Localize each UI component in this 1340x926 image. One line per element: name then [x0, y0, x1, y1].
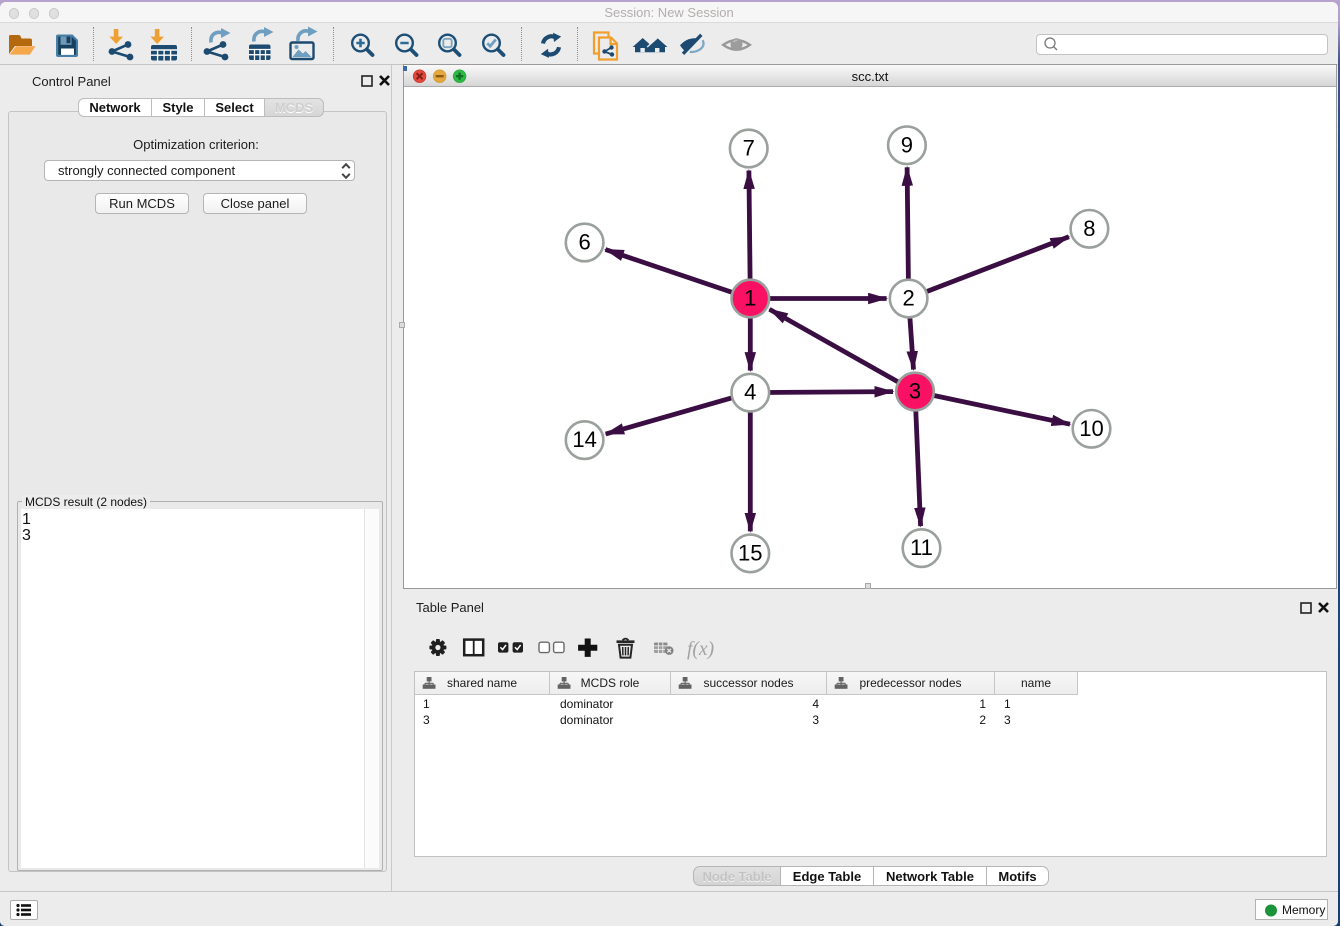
svg-text:6: 6 — [578, 230, 590, 255]
svg-text:14: 14 — [572, 427, 596, 452]
svg-text:11: 11 — [910, 535, 933, 560]
svg-text:f(x): f(x) — [687, 639, 714, 660]
svg-text:4: 4 — [744, 380, 756, 405]
svg-text:10: 10 — [1079, 416, 1103, 441]
svg-text:8: 8 — [1083, 216, 1095, 241]
svg-text:1: 1 — [744, 286, 756, 311]
svg-text:9: 9 — [901, 132, 913, 157]
svg-text:7: 7 — [743, 136, 755, 161]
svg-text:2: 2 — [902, 286, 914, 311]
svg-text:3: 3 — [909, 379, 921, 404]
svg-text:15: 15 — [738, 540, 762, 565]
